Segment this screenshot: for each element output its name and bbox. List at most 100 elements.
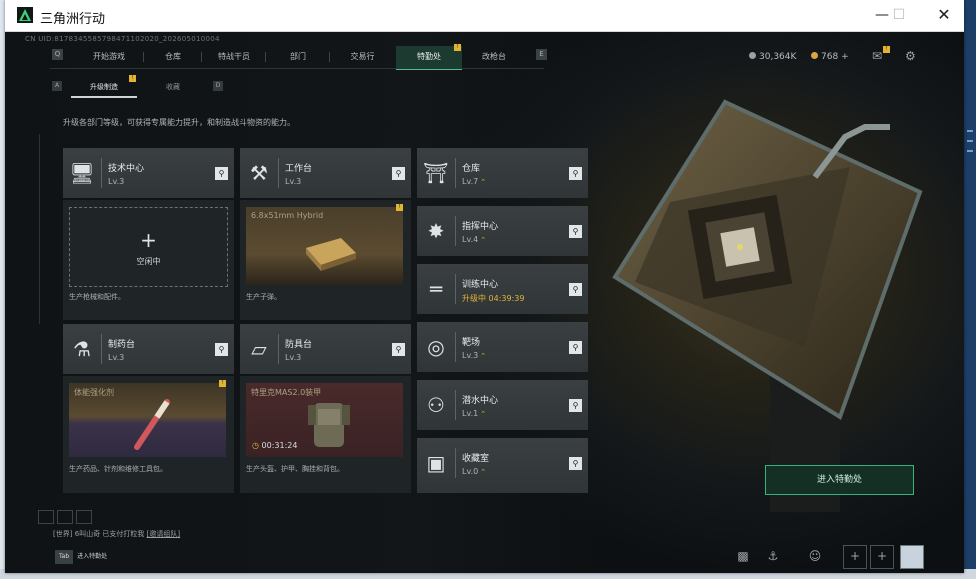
card-name: 技术中心 bbox=[108, 164, 145, 174]
title-bar: 三角洲行动 — ☐ ✕ bbox=[5, 0, 964, 32]
page-indicator bbox=[38, 510, 54, 524]
clock-icon: ◷ bbox=[252, 441, 259, 450]
tab-start-game[interactable]: 开始游戏 bbox=[74, 46, 144, 68]
armor-icon: ▱ bbox=[251, 337, 267, 361]
plus-icon: + bbox=[140, 228, 157, 252]
subtab-collection[interactable]: 收藏 bbox=[153, 78, 193, 96]
target-icon: ◎ bbox=[427, 335, 445, 359]
app-logo-icon bbox=[17, 7, 33, 23]
collection-icon: ▣ bbox=[426, 451, 446, 475]
tab-operators[interactable]: 特战干员 bbox=[202, 46, 266, 68]
tab-warehouse[interactable]: 仓库 bbox=[144, 46, 202, 68]
tab-trading[interactable]: 交易行 bbox=[330, 46, 395, 68]
card-armor-bench[interactable]: ▱ 防具台 Lv.3 ⚲ bbox=[240, 324, 411, 374]
tab-special-ops[interactable]: 特勤处 bbox=[396, 46, 462, 70]
tab-gunsmith[interactable]: 改枪台 bbox=[462, 46, 526, 68]
facility-level: Lv.1 ⌃ bbox=[462, 409, 487, 418]
currency-premium[interactable]: 768 + bbox=[811, 52, 849, 62]
search-icon[interactable]: ⚲ bbox=[569, 457, 582, 470]
search-icon[interactable]: ⚲ bbox=[569, 341, 582, 354]
storage-icon: ⛩ bbox=[423, 161, 449, 185]
search-icon[interactable]: ⚲ bbox=[215, 343, 228, 356]
card-footer: 生产头盔、护甲、胸挂和背包。 bbox=[246, 465, 344, 473]
card-footer: 生产枪械和配件。 bbox=[69, 293, 125, 301]
facility-status: 升级中 04:39:39 bbox=[462, 294, 525, 303]
left-guide-line bbox=[39, 134, 40, 324]
cube-artwork bbox=[612, 99, 923, 512]
facility-collection-room[interactable]: ▣ 收藏室 Lv.0 ⌃ ⚲ bbox=[417, 438, 588, 493]
facility-storage[interactable]: ⛩ 仓库 Lv.7 ⌃ ⚲ bbox=[417, 148, 588, 198]
product-slot[interactable]: 特里克MAS2.0装甲 ◷ 00:31:24 bbox=[246, 383, 403, 457]
subtab-next-key[interactable]: D bbox=[213, 81, 223, 91]
stats-chart-icon[interactable]: ▩ bbox=[732, 545, 754, 567]
currency-hafcoin: 30,364K bbox=[749, 52, 796, 62]
card-pharmacy-body: 体能强化剂 ! 生产药品、针剂和维修工具包。 bbox=[63, 376, 234, 493]
facility-name: 仓库 bbox=[462, 164, 481, 174]
mail-icon[interactable]: ✉ bbox=[872, 49, 882, 63]
search-icon[interactable]: ⚲ bbox=[392, 167, 405, 180]
page-indicator bbox=[57, 510, 73, 524]
card-footer: 生产子弹。 bbox=[246, 293, 281, 301]
subtab-upgrade-craft[interactable]: 升级制造 bbox=[71, 78, 137, 98]
card-level: Lv.3 bbox=[108, 177, 125, 186]
product-name: 6.8x51mm Hybrid bbox=[251, 211, 324, 220]
product-slot[interactable]: 体能强化剂 bbox=[69, 383, 226, 457]
uid-label: CN UID:8178345585798471102020_2026050100… bbox=[25, 35, 220, 43]
card-name: 防具台 bbox=[285, 340, 313, 350]
facility-command-center[interactable]: ✸ 指挥中心 Lv.4 ⌃ ⚲ bbox=[417, 206, 588, 256]
hafcoin-icon bbox=[749, 52, 756, 59]
nav-prev-key[interactable]: Q bbox=[52, 49, 63, 60]
close-button[interactable]: ✕ bbox=[932, 4, 956, 26]
facility-name: 靶场 bbox=[462, 338, 481, 348]
game-viewport: CN UID:8178345585798471102020_2026050100… bbox=[5, 32, 964, 573]
product-badge: ! bbox=[219, 380, 226, 387]
subtab-prev-key[interactable]: A bbox=[52, 81, 62, 91]
facility-level: Lv.0 ⌃ bbox=[462, 467, 487, 476]
facility-diving-center[interactable]: ⚇ 潜水中心 Lv.1 ⌃ ⚲ bbox=[417, 380, 588, 430]
facility-shooting-range[interactable]: ◎ 靶场 Lv.3 ⌃ ⚲ bbox=[417, 322, 588, 372]
upgrade-chevron-icon: ⌃ bbox=[480, 410, 487, 418]
maximize-button[interactable]: ☐ bbox=[887, 4, 911, 26]
search-icon[interactable]: ⚲ bbox=[392, 343, 405, 356]
empty-slot[interactable]: + 空闲中 bbox=[69, 207, 228, 287]
search-icon[interactable]: ⚲ bbox=[569, 399, 582, 412]
tools-icon: ⚒ bbox=[250, 161, 268, 185]
upgrade-chevron-icon: ⌃ bbox=[480, 178, 487, 186]
add-slot-button[interactable]: + bbox=[843, 545, 867, 569]
facility-level: Lv.4 ⌃ bbox=[462, 235, 487, 244]
card-footer: 生产药品、针剂和维修工具包。 bbox=[69, 465, 167, 473]
upgrade-chevron-icon: ⌃ bbox=[480, 236, 487, 244]
upgrade-chevron-icon: ⌃ bbox=[480, 468, 487, 476]
card-workbench[interactable]: ⚒ 工作台 Lv.3 ⚲ bbox=[240, 148, 411, 198]
premium-coin-icon bbox=[811, 52, 818, 59]
card-pharmacy[interactable]: ⚗ 制药台 Lv.3 ⚲ bbox=[63, 324, 234, 374]
enter-special-ops-button[interactable]: 进入特勤处 bbox=[765, 465, 914, 495]
subtab-upgrade-badge: ! bbox=[129, 75, 136, 82]
facility-name: 训练中心 bbox=[462, 280, 499, 290]
search-icon[interactable]: ⚲ bbox=[569, 283, 582, 296]
friends-icon[interactable]: ☺ bbox=[801, 545, 829, 567]
chat-message[interactable]: [世界] 6叫山奇 已支付打粒我 [邀请组队] bbox=[53, 529, 180, 539]
search-icon[interactable]: ⚲ bbox=[569, 225, 582, 238]
settings-gear-icon[interactable]: ⚙ bbox=[905, 49, 916, 63]
card-workbench-body: 6.8x51mm Hybrid ! 生产子弹。 bbox=[240, 200, 411, 320]
command-icon: ✸ bbox=[427, 219, 445, 243]
facility-training-center[interactable]: ═ 训练中心 升级中 04:39:39 ⚲ bbox=[417, 264, 588, 314]
tab-department[interactable]: 部门 bbox=[266, 46, 330, 68]
search-icon[interactable]: ⚲ bbox=[569, 167, 582, 180]
empty-slot-label: 空闲中 bbox=[136, 257, 161, 266]
page-description: 升级各部门等级，可获得专属能力提升，和制造战斗物资的能力。 bbox=[63, 118, 295, 127]
add-slot-button[interactable]: + bbox=[870, 545, 894, 569]
product-slot[interactable]: 6.8x51mm Hybrid bbox=[246, 207, 403, 285]
mail-badge: ! bbox=[883, 46, 890, 53]
product-name: 体能强化剂 bbox=[74, 388, 114, 397]
search-icon[interactable]: ⚲ bbox=[215, 167, 228, 180]
diving-icon: ⚇ bbox=[427, 393, 445, 417]
tab-special-ops-badge: ! bbox=[454, 44, 461, 51]
card-tech-center[interactable]: 🖥 技术中心 Lv.3 ⚲ bbox=[63, 148, 234, 198]
tab-key-hint[interactable]: Tab 进入特勤处 bbox=[55, 550, 107, 564]
nav-next-key[interactable]: E bbox=[536, 49, 547, 60]
avatar[interactable] bbox=[900, 545, 924, 569]
armor-vest-image bbox=[308, 403, 350, 447]
broadcast-icon[interactable]: ⚓ bbox=[762, 545, 784, 567]
